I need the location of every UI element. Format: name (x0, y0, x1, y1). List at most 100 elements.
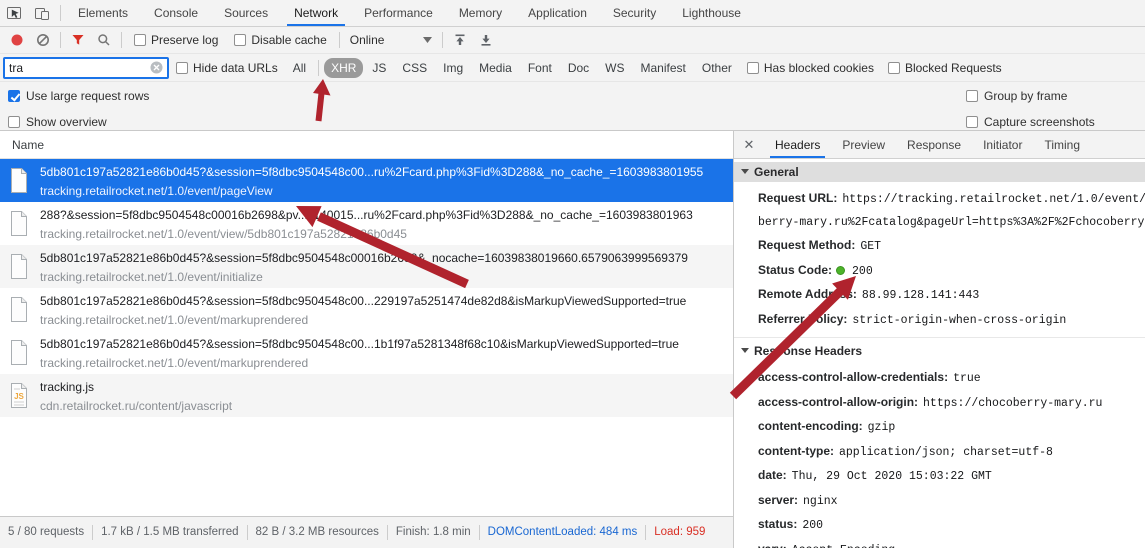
filter-pill-manifest[interactable]: Manifest (634, 58, 693, 78)
request-row-4[interactable]: 5db801c197a52821e86b0d45?&session=5f8dbc… (0, 288, 733, 331)
tab-memory[interactable]: Memory (446, 0, 515, 26)
request-row-1[interactable]: 5db801c197a52821e86b0d45?&session=5f8dbc… (0, 159, 733, 202)
show-overview-checkbox[interactable]: Show overview (8, 113, 107, 131)
export-har-icon[interactable] (473, 27, 499, 53)
filter-input-field[interactable] (7, 60, 150, 76)
disable-cache-checkbox[interactable]: Disable cache (234, 33, 326, 47)
throttling-select[interactable]: Online (350, 33, 432, 47)
search-icon[interactable] (91, 27, 117, 53)
throttling-value: Online (350, 33, 385, 47)
status-ok-dot-icon (836, 266, 845, 275)
chevron-down-icon (423, 37, 432, 43)
hide-data-urls-label: Hide data URLs (193, 61, 278, 75)
tab-response[interactable]: Response (896, 131, 972, 158)
main-tabbar: Elements Console Sources Network Perform… (0, 0, 1145, 27)
use-large-request-rows-label: Use large request rows (26, 89, 149, 103)
tab-elements[interactable]: Elements (65, 0, 141, 26)
checkbox-checked[interactable] (8, 90, 20, 102)
network-status-bar: 5 / 80 requests 1.7 kB / 1.5 MB transfer… (0, 516, 733, 548)
request-name: 5db801c197a52821e86b0d45?&session=5f8dbc… (40, 162, 703, 182)
filter-pill-media[interactable]: Media (472, 58, 519, 78)
checkbox-unchecked[interactable] (966, 116, 978, 128)
headers-content: General Request URL:https://tracking.ret… (734, 159, 1145, 548)
tab-headers[interactable]: Headers (764, 131, 831, 158)
capture-screenshots-checkbox[interactable]: Capture screenshots (966, 113, 1095, 131)
blocked-requests-checkbox[interactable]: Blocked Requests (888, 61, 1002, 75)
request-row-6[interactable]: JS tracking.js cdn.retailrocket.ru/conte… (0, 374, 733, 417)
tab-sources[interactable]: Sources (211, 0, 281, 26)
disclosure-triangle-icon (741, 169, 749, 174)
disable-cache-label: Disable cache (251, 33, 326, 47)
import-har-icon[interactable] (447, 27, 473, 53)
filter-pill-img[interactable]: Img (436, 58, 470, 78)
tab-performance[interactable]: Performance (351, 0, 446, 26)
has-blocked-cookies-label: Has blocked cookies (764, 61, 874, 75)
response-header-row: vary:Accept-Encoding (734, 538, 1145, 548)
response-header-row: access-control-allow-credentials:true (734, 366, 1145, 391)
filter-pill-js[interactable]: JS (365, 58, 393, 78)
capture-screenshots-label: Capture screenshots (984, 115, 1095, 129)
document-icon (8, 167, 30, 194)
tab-timing[interactable]: Timing (1033, 131, 1091, 158)
network-main: Name 5db801c197a52821e86b0d45?&session=5… (0, 131, 1145, 548)
request-list-pane: Name 5db801c197a52821e86b0d45?&session=5… (0, 131, 734, 548)
response-header-row: status:200 (734, 513, 1145, 538)
tab-initiator[interactable]: Initiator (972, 131, 1033, 158)
tab-security[interactable]: Security (600, 0, 669, 26)
checkbox-unchecked[interactable] (966, 90, 978, 102)
request-row-2[interactable]: 288?&session=5f8dbc9504548c00016b2698&pv… (0, 202, 733, 245)
response-headers-section-header[interactable]: Response Headers (734, 341, 1145, 361)
checkbox-unchecked[interactable] (747, 62, 759, 74)
document-icon (8, 253, 30, 280)
hide-data-urls-checkbox[interactable]: Hide data URLs (176, 61, 278, 75)
filter-pill-css[interactable]: CSS (395, 58, 434, 78)
filter-input[interactable] (3, 57, 169, 79)
filter-pill-ws[interactable]: WS (598, 58, 631, 78)
disclosure-triangle-icon (741, 348, 749, 353)
use-large-request-rows-checkbox[interactable]: Use large request rows (8, 87, 149, 105)
document-icon (8, 339, 30, 366)
tab-console[interactable]: Console (141, 0, 211, 26)
filter-funnel-icon[interactable] (65, 27, 91, 53)
checkbox-unchecked[interactable] (176, 62, 188, 74)
close-icon[interactable]: ✕ (734, 131, 764, 158)
tab-preview[interactable]: Preview (831, 131, 896, 158)
device-toolbar-icon[interactable] (28, 0, 56, 26)
divider (60, 32, 61, 48)
filter-pill-other[interactable]: Other (695, 58, 739, 78)
request-url-wrap: berry-mary.ru%2Fcatalog&pageUrl=https%3A… (734, 212, 1145, 235)
general-section-header[interactable]: General (734, 162, 1145, 182)
request-row-5[interactable]: 5db801c197a52821e86b0d45?&session=5f8dbc… (0, 331, 733, 374)
checkbox-unchecked[interactable] (888, 62, 900, 74)
tab-lighthouse[interactable]: Lighthouse (669, 0, 754, 26)
divider (734, 337, 1145, 338)
request-name: tracking.js (40, 377, 232, 397)
checkbox-unchecked[interactable] (8, 116, 20, 128)
request-name: 5db801c197a52821e86b0d45?&session=5f8dbc… (40, 248, 688, 268)
tab-network[interactable]: Network (281, 0, 351, 26)
filter-pill-doc[interactable]: Doc (561, 58, 596, 78)
clear-icon[interactable] (30, 27, 56, 53)
filter-pill-xhr[interactable]: XHR (324, 58, 363, 78)
tab-application[interactable]: Application (515, 0, 600, 26)
has-blocked-cookies-checkbox[interactable]: Has blocked cookies (747, 61, 874, 75)
document-icon (8, 296, 30, 323)
checkbox-unchecked[interactable] (134, 34, 146, 46)
remote-address-field: Remote Address:88.99.128.141:443 (734, 283, 1145, 308)
preserve-log-checkbox[interactable]: Preserve log (134, 33, 218, 47)
clear-filter-icon[interactable] (150, 61, 163, 74)
requests-count: 5 / 80 requests (0, 525, 93, 540)
filter-pill-all[interactable]: All (286, 58, 313, 78)
request-url-field: Request URL:https://tracking.retailrocke… (734, 187, 1145, 212)
request-path: tracking.retailrocket.net/1.0/event/mark… (40, 311, 686, 329)
filter-pill-font[interactable]: Font (521, 58, 559, 78)
transferred-size: 1.7 kB / 1.5 MB transferred (93, 525, 247, 540)
group-by-frame-checkbox[interactable]: Group by frame (966, 87, 1067, 105)
request-row-3[interactable]: 5db801c197a52821e86b0d45?&session=5f8dbc… (0, 245, 733, 288)
resources-size: 82 B / 3.2 MB resources (248, 525, 388, 540)
inspect-icon[interactable] (0, 0, 28, 26)
checkbox-unchecked[interactable] (234, 34, 246, 46)
response-header-row: content-encoding:gzip (734, 415, 1145, 440)
column-header-name[interactable]: Name (0, 131, 733, 159)
record-icon[interactable] (4, 27, 30, 53)
